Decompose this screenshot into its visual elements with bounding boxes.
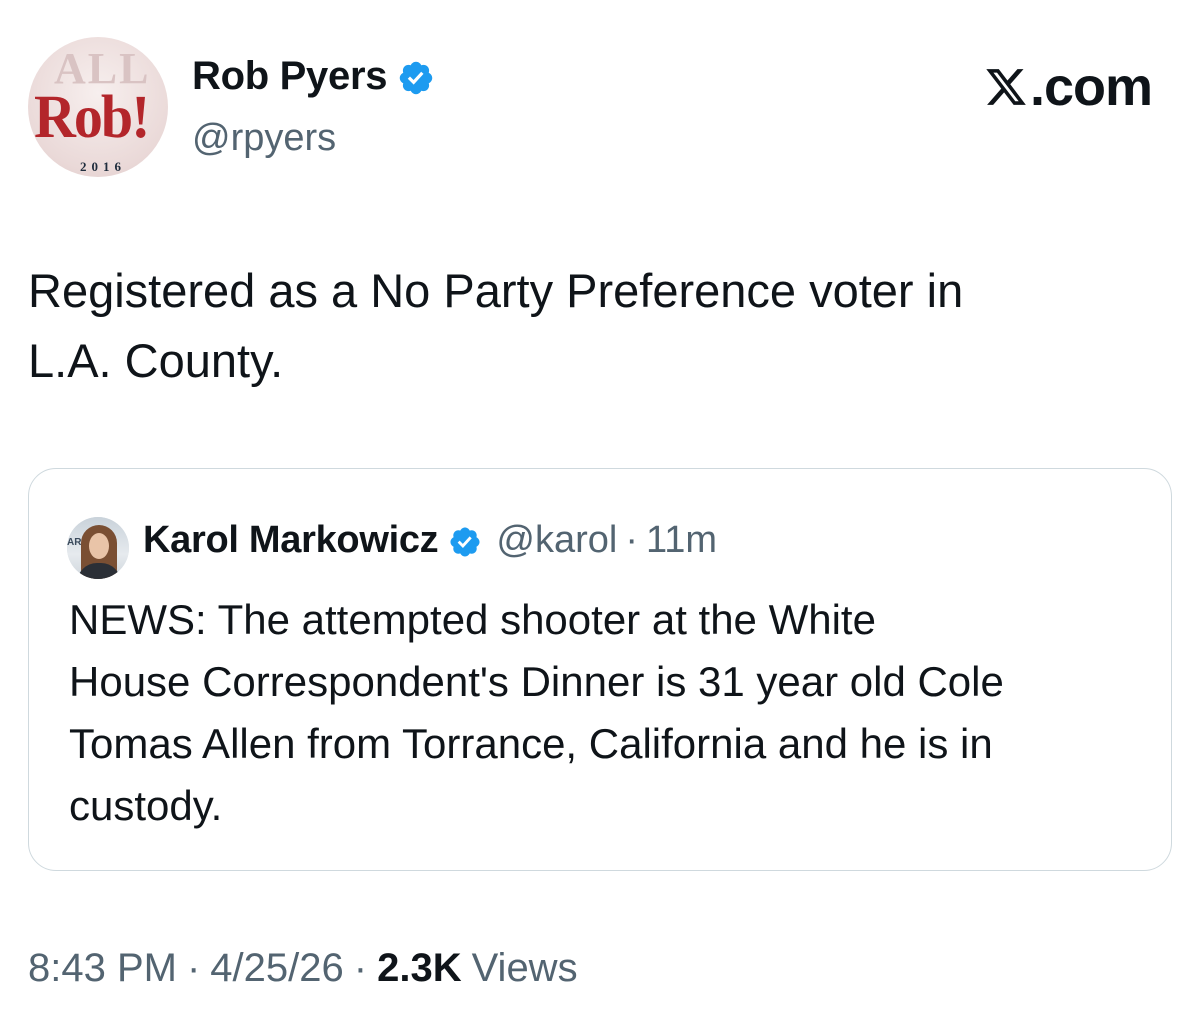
views-label: Views: [471, 946, 578, 990]
verified-badge-icon: [399, 61, 433, 94]
quoted-tweet-card[interactable]: AR Karol Markowicz @karol · 11m NEWS: Th…: [28, 468, 1172, 871]
author-avatar[interactable]: ALL Rob! 2016: [28, 37, 168, 177]
quoted-tweet-time[interactable]: 11m: [646, 519, 717, 562]
tweet-meta: 8:43 PM · 4/25/26 · 2.3K Views: [28, 946, 578, 991]
author-display-name[interactable]: Rob Pyers: [192, 54, 387, 99]
tweet-text: Registered as a No Party Preference vote…: [28, 264, 964, 387]
site-label-text: .com: [1029, 57, 1153, 117]
site-label: .com: [984, 56, 1153, 118]
quoted-avatar-sign-text: AR: [67, 537, 82, 548]
quoted-tweet-text: NEWS: The attempted shooter at the White…: [69, 596, 1004, 829]
quoted-author-avatar[interactable]: AR: [67, 517, 129, 579]
tweet-time[interactable]: 8:43 PM: [28, 946, 177, 991]
separator-dot: ·: [625, 519, 638, 561]
separator-dot: ·: [186, 946, 201, 990]
quoted-author-row: Karol Markowicz @karol · 11m: [143, 519, 717, 562]
quoted-author-handle[interactable]: @karol: [496, 519, 617, 562]
tweet-header: ALL Rob! 2016 Rob Pyers @rpyers .com: [0, 0, 1200, 190]
tweet-date[interactable]: 4/25/26: [210, 946, 343, 991]
author-handle[interactable]: @rpyers: [192, 117, 336, 160]
separator-dot: ·: [353, 946, 368, 990]
quoted-avatar-face: [89, 533, 109, 559]
avatar-year-text: 2016: [80, 159, 126, 174]
views-count: 2.3K: [377, 946, 462, 990]
x-logo-icon: [986, 69, 1026, 105]
author-name-row: Rob Pyers: [192, 54, 435, 99]
avatar-logo-text: Rob!: [34, 82, 150, 151]
verified-badge-icon: [450, 526, 480, 557]
quoted-author-display-name[interactable]: Karol Markowicz: [143, 519, 439, 562]
